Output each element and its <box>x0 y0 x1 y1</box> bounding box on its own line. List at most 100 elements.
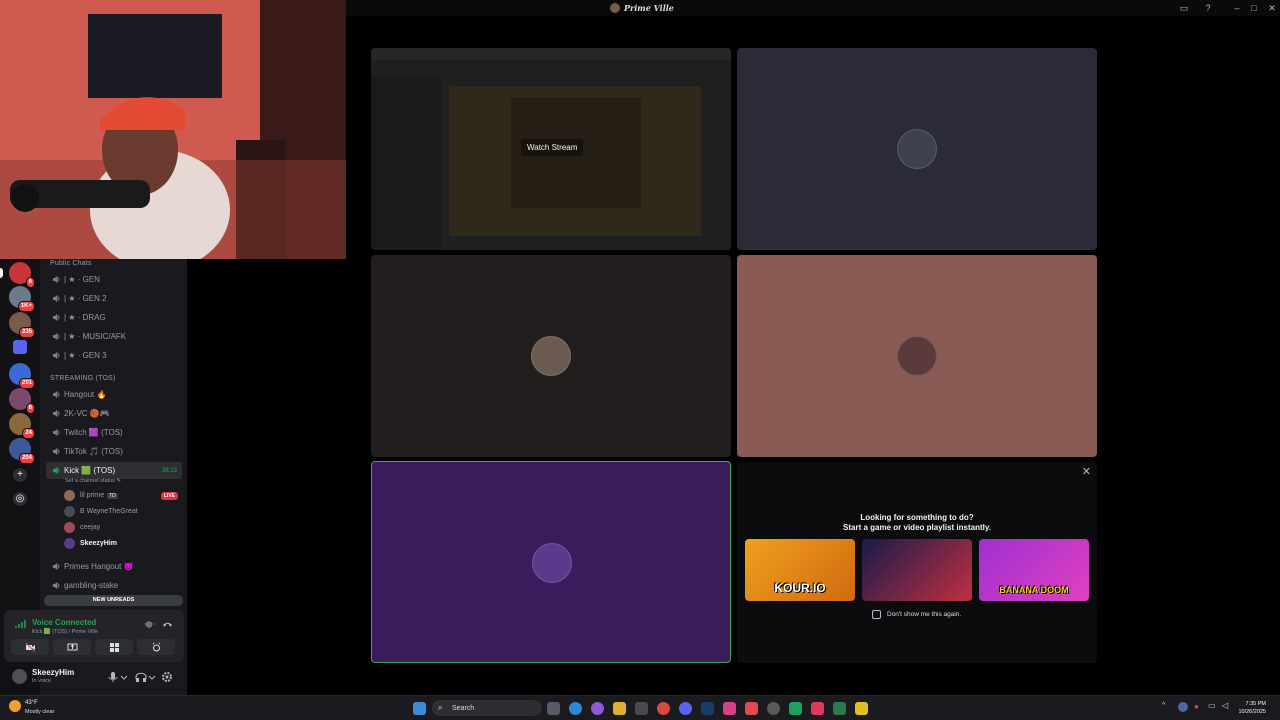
speaker-icon <box>52 351 60 360</box>
close-icon[interactable]: ✕ <box>1082 465 1091 478</box>
voice-user[interactable]: SkeezyHim <box>64 536 182 551</box>
help-icon[interactable]: ? <box>1201 2 1215 14</box>
server-badge: 335 <box>18 327 35 338</box>
voice-user-name: lil prime <box>80 492 105 499</box>
obs-icon[interactable] <box>745 702 758 715</box>
store-icon[interactable] <box>635 702 648 715</box>
channel-label: | ★ · GEN 2 <box>64 294 107 303</box>
activity-title: Looking for something to do? <box>860 513 974 522</box>
tray-icon[interactable] <box>1178 702 1188 712</box>
microphone-icon[interactable] <box>106 670 120 684</box>
chatgpt-icon[interactable] <box>767 702 780 715</box>
steam-icon[interactable] <box>701 702 714 715</box>
channel-label: Primes Hangout 😈 <box>64 562 134 571</box>
avatar <box>897 336 937 376</box>
noise-suppression-icon[interactable] <box>144 619 155 630</box>
weather-temp[interactable]: 43°F <box>25 700 38 706</box>
participant-tile[interactable] <box>737 48 1097 250</box>
voice-user[interactable]: B WayneTheGreat <box>64 504 182 519</box>
taskbar-search[interactable]: ⌕ Search <box>432 700 542 716</box>
server-icon-6[interactable]: 6 <box>9 388 35 414</box>
add-server-icon[interactable]: + <box>13 468 27 482</box>
server-icon-1[interactable]: 6 <box>9 262 35 288</box>
screen-share-button[interactable] <box>53 639 91 655</box>
user-name[interactable]: SkeezyHim <box>32 668 74 677</box>
participant-tile[interactable] <box>737 255 1097 457</box>
sticky-notes-icon[interactable] <box>855 702 868 715</box>
channel-gen[interactable]: | ★ · GEN <box>46 271 182 288</box>
dont-show-checkbox[interactable]: Don't show me this again. <box>872 610 961 619</box>
live-badge: LIVE <box>160 491 178 500</box>
signal-icon[interactable] <box>14 618 26 630</box>
windows-start-icon[interactable] <box>413 702 426 715</box>
avatar[interactable] <box>12 669 27 684</box>
voice-status[interactable]: Voice Connected <box>32 618 96 627</box>
volume-icon[interactable]: ◁ <box>1222 701 1228 710</box>
category-streaming[interactable]: STREAMING (TOS) <box>50 375 115 382</box>
server-icon-8[interactable]: 204 <box>9 438 35 464</box>
participant-tile-speaking[interactable] <box>371 461 731 663</box>
file-explorer-icon[interactable] <box>613 702 626 715</box>
channel-tiktok[interactable]: TikTok 🎵 (TOS) <box>46 443 182 460</box>
inbox-icon[interactable]: ▭ <box>1177 2 1191 14</box>
game-card[interactable]: KOUR.IO <box>745 539 855 601</box>
app-icon[interactable] <box>789 702 802 715</box>
discover-icon[interactable]: ◎ <box>13 492 27 506</box>
server-icon-3[interactable]: 335 <box>9 312 35 338</box>
edge-icon[interactable] <box>569 702 582 715</box>
voice-user[interactable]: lil prime TD LIVE <box>64 488 182 503</box>
tiktok-icon[interactable] <box>811 702 824 715</box>
voice-user[interactable]: ceejay <box>64 520 182 535</box>
category-public[interactable]: Public Chats <box>50 260 92 267</box>
watch-stream-button[interactable]: Watch Stream <box>521 139 584 156</box>
task-view-icon[interactable] <box>547 702 560 715</box>
weather-icon[interactable] <box>9 700 21 712</box>
channel-drag[interactable]: | ★ · DRAG <box>46 309 182 326</box>
microphone-tray-icon[interactable]: ● <box>1194 702 1199 711</box>
channel-label: | ★ · MUSIC/AFK <box>64 332 127 341</box>
discord-icon[interactable] <box>679 702 692 715</box>
network-icon[interactable]: ▭ <box>1208 701 1216 710</box>
headphones-icon[interactable] <box>134 670 148 684</box>
stream-tile[interactable]: Watch Stream <box>371 48 731 250</box>
gear-icon[interactable] <box>160 670 174 684</box>
server-icon-2[interactable]: 1K+ <box>9 286 35 312</box>
server-icon-5[interactable]: 201 <box>9 363 35 389</box>
channel-hangout[interactable]: Hangout 🔥 <box>46 386 182 403</box>
chevron-down-icon[interactable] <box>120 670 128 684</box>
close-icon[interactable]: ✕ <box>1265 2 1279 14</box>
instagram-icon[interactable] <box>723 702 736 715</box>
channel-primes-hangout[interactable]: Primes Hangout 😈 <box>46 558 182 575</box>
avatar <box>897 129 937 169</box>
channel-kick[interactable]: Kick 🟩 (TOS) 38:13 <box>46 462 182 479</box>
speaker-icon <box>52 409 60 418</box>
channel-gen-2[interactable]: | ★ · GEN 2 <box>46 290 182 307</box>
game-card[interactable]: BANANA DOOM <box>979 539 1089 601</box>
excel-icon[interactable] <box>833 702 846 715</box>
server-badge: 6 <box>25 403 35 414</box>
channel-2k-vc[interactable]: 2K-VC 🏀🎮 <box>46 405 182 422</box>
game-card[interactable] <box>862 539 972 601</box>
chevron-up-icon[interactable]: ^ <box>1162 702 1165 709</box>
chevron-down-icon[interactable] <box>148 670 156 684</box>
copilot-icon[interactable] <box>591 702 604 715</box>
participant-tile[interactable] <box>371 255 731 457</box>
channel-gen-3[interactable]: | ★ · GEN 3 <box>46 347 182 364</box>
minimize-icon[interactable]: – <box>1230 2 1244 14</box>
channel-gambling-stake[interactable]: gambling-stake <box>46 577 182 594</box>
folder-icon[interactable] <box>13 340 27 354</box>
clock[interactable]: 7:35 PM 10/26/2025 <box>1238 700 1266 716</box>
maximize-icon[interactable]: □ <box>1247 2 1261 14</box>
channel-music-afk[interactable]: | ★ · MUSIC/AFK <box>46 328 182 345</box>
game-name: KOUR.IO <box>774 581 826 595</box>
channel-twitch[interactable]: Twitch 🟪 (TOS) <box>46 424 182 441</box>
server-icon-7[interactable]: 24 <box>9 413 35 439</box>
disconnect-icon[interactable] <box>162 619 173 630</box>
soundboard-button[interactable] <box>137 639 175 655</box>
checkbox[interactable] <box>872 610 881 619</box>
activities-button[interactable] <box>95 639 133 655</box>
new-unreads-button[interactable]: NEW UNREADS <box>44 595 183 606</box>
channel-status[interactable]: Set a channel status ✎ <box>65 478 121 484</box>
chrome-icon[interactable] <box>657 702 670 715</box>
camera-off-button[interactable] <box>11 639 49 655</box>
